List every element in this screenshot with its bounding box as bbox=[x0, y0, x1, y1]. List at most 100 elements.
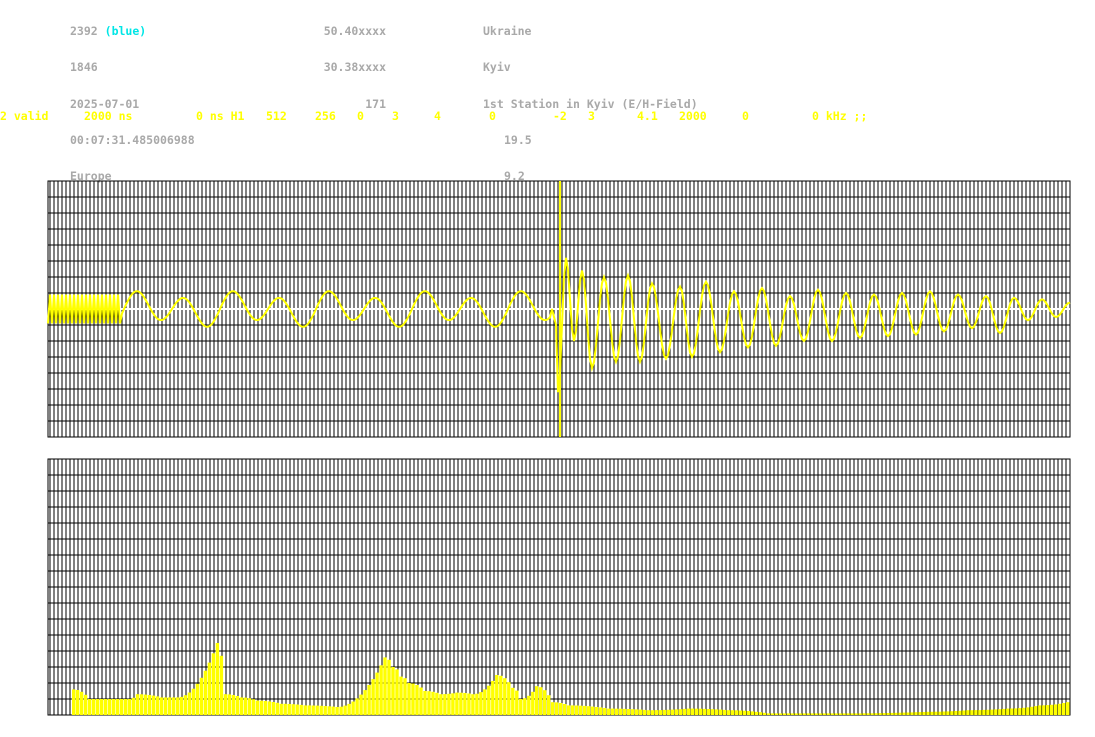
spectrum-bar bbox=[515, 690, 519, 715]
spectrum-bar bbox=[571, 705, 575, 715]
spectrum-bar bbox=[87, 699, 92, 715]
spectrum-bar bbox=[902, 712, 906, 715]
spectrum-bar bbox=[399, 676, 403, 715]
spectrum-bar bbox=[718, 709, 723, 715]
spectrum-bar bbox=[1010, 708, 1014, 715]
spectrum-bar bbox=[527, 695, 531, 715]
spectrum-bar bbox=[846, 713, 850, 715]
spectrum-bar bbox=[151, 695, 156, 715]
spectrum-bar bbox=[842, 713, 846, 715]
spectrum-bar bbox=[195, 683, 200, 715]
waveform-plot bbox=[47, 181, 1071, 437]
spectrum-bar bbox=[754, 711, 758, 715]
spectrum-bar bbox=[435, 692, 439, 715]
spectrum-bar bbox=[371, 679, 375, 715]
spectrum-bar bbox=[211, 653, 216, 715]
spectrum-bar bbox=[563, 704, 567, 715]
spectrum-bar bbox=[722, 709, 727, 715]
spectrum-bar bbox=[714, 709, 719, 715]
spectrum-bar bbox=[910, 712, 914, 715]
spectrum-bar bbox=[626, 709, 631, 715]
spectrum-bar bbox=[199, 677, 204, 715]
spectrum-bar bbox=[579, 705, 583, 715]
spectrum-bar bbox=[279, 703, 283, 715]
spectrum-bar bbox=[698, 708, 703, 715]
spectrum-bar bbox=[734, 710, 739, 715]
spectrum-bar bbox=[762, 712, 766, 715]
spectrum-bar bbox=[1058, 703, 1062, 715]
spectrum-bar bbox=[299, 704, 303, 715]
spectrum-bar bbox=[778, 713, 782, 715]
spectrum-bar bbox=[207, 662, 212, 715]
spectrum-bar bbox=[343, 705, 347, 715]
spectrum-bar bbox=[79, 691, 84, 715]
spectrum-bar bbox=[223, 694, 228, 715]
spectrum-bar bbox=[1066, 702, 1070, 715]
spectrum-bar bbox=[295, 704, 299, 715]
spectrum-bar bbox=[219, 655, 224, 715]
spectrum-bar bbox=[111, 699, 116, 715]
spectrum-bar bbox=[383, 657, 387, 715]
spectrum-bar bbox=[986, 709, 990, 715]
spectrum-bar bbox=[475, 693, 479, 715]
spectrum-bar bbox=[658, 710, 663, 715]
spectrum-bar bbox=[1022, 707, 1026, 715]
spectrum-bar bbox=[491, 680, 495, 715]
spectrum-bar bbox=[155, 696, 160, 715]
spectrum-bar bbox=[235, 696, 239, 715]
spectrum-bar bbox=[139, 694, 144, 715]
spectrum-bar bbox=[395, 669, 399, 715]
spectrum-bar bbox=[431, 691, 435, 715]
spectrum-bar bbox=[682, 708, 687, 715]
spectrum-bar bbox=[1062, 703, 1066, 715]
spectrum-bar bbox=[646, 710, 651, 715]
spectrum-bar bbox=[551, 702, 555, 715]
spectrum-bar bbox=[355, 698, 359, 715]
spectrum-bar bbox=[247, 698, 251, 715]
spectrum-bar bbox=[790, 713, 794, 715]
spectrum-bar bbox=[147, 695, 152, 715]
spectrum-bar bbox=[838, 713, 842, 715]
spectrum-bar bbox=[638, 709, 643, 715]
spectrum-bar bbox=[662, 709, 667, 715]
spectrum-bar bbox=[143, 694, 148, 715]
spectrum-bar bbox=[135, 694, 140, 715]
spectrum-bar bbox=[263, 701, 267, 715]
spectrum-bar bbox=[203, 670, 208, 715]
spectrum-bar bbox=[567, 705, 571, 715]
spectrum-bar bbox=[171, 697, 176, 715]
spectrum-bar bbox=[730, 710, 735, 715]
spectrum-bar bbox=[770, 713, 774, 715]
spectrum-bar bbox=[115, 699, 120, 715]
spectrum-bar bbox=[95, 699, 100, 715]
spectrum-bar bbox=[982, 709, 986, 715]
spectrum-bar bbox=[507, 682, 511, 715]
spectrum-bar bbox=[183, 695, 188, 715]
spectrum-bar bbox=[215, 643, 220, 715]
spectrum-bar bbox=[630, 709, 635, 715]
spectrum-bar bbox=[459, 692, 463, 715]
spectrum-bar bbox=[1042, 705, 1046, 715]
spectrum-bar bbox=[926, 711, 930, 715]
spectrum-bar bbox=[267, 701, 271, 715]
spectrum-bar bbox=[575, 705, 579, 715]
spectrum-bar bbox=[1050, 704, 1054, 715]
spectrum-bar bbox=[994, 709, 998, 715]
spectrum-bar bbox=[894, 712, 898, 715]
spectrum-bar bbox=[834, 713, 838, 715]
spectrum-bar bbox=[726, 710, 731, 715]
spectrum-bar bbox=[403, 678, 407, 715]
spectrum-bar bbox=[974, 710, 978, 715]
spectrum-bar bbox=[914, 712, 918, 715]
spectrum-bar bbox=[594, 707, 599, 715]
spectrum-bar bbox=[391, 667, 395, 715]
spectrum-bar bbox=[1026, 707, 1030, 716]
spectrum-bar bbox=[387, 659, 391, 715]
spectrum-bar bbox=[583, 705, 587, 715]
spectrum-bar bbox=[271, 702, 275, 715]
spectrum-bar bbox=[866, 713, 870, 715]
spectrum-bar bbox=[179, 696, 184, 715]
spectrum-bar bbox=[810, 713, 814, 715]
spectrum-bar bbox=[359, 694, 363, 715]
spectrum-bar bbox=[1006, 708, 1010, 715]
